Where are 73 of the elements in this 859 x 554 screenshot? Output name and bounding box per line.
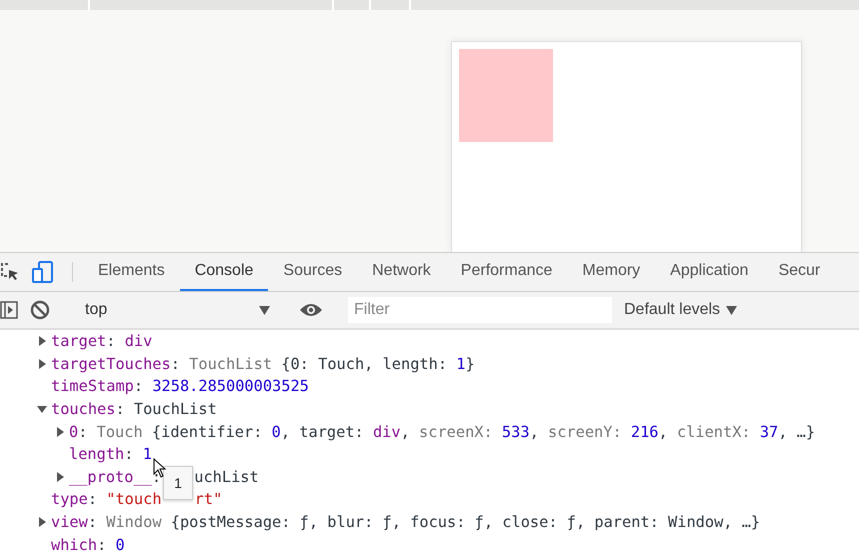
console-text: : (152, 468, 162, 486)
console-text: : (97, 536, 108, 554)
console-text: , (658, 422, 669, 441)
dropdown-icon (726, 306, 738, 314)
console-text: : (88, 513, 98, 532)
console-text: 1 (456, 354, 466, 373)
console-text: targetTouches (51, 354, 171, 373)
console-text: which (51, 536, 98, 554)
console-text: __proto__ (69, 468, 152, 486)
console-text: : (124, 445, 134, 464)
console-text: , …} (778, 422, 816, 441)
console-text: rt" (194, 490, 222, 508)
console-text: TouchList (189, 354, 274, 373)
console-text: screenY: (548, 422, 623, 441)
console-text: timeStamp (51, 377, 134, 396)
devtools-tab[interactable]: Elements (83, 253, 180, 291)
console-text: 1 (142, 445, 152, 464)
console-text: : (78, 422, 88, 441)
console-text: } (465, 354, 475, 373)
devtools-tab[interactable]: Secur (763, 253, 836, 291)
console-text: : (170, 354, 181, 373)
console-text: type (51, 490, 88, 508)
console-text: view (51, 513, 88, 532)
console-text: target (51, 332, 106, 350)
console-text: , (400, 422, 411, 441)
console-text: 3258.285000003525 (152, 377, 309, 396)
collapsed-triangle-icon[interactable] (36, 335, 48, 348)
device-icon[interactable] (32, 261, 54, 283)
console-text: 0 (69, 422, 78, 441)
console-text: "touch (106, 490, 162, 508)
console-text: clientX: (676, 422, 752, 441)
devtools-tab[interactable]: Sources (268, 253, 358, 291)
collapsed-triangle-icon[interactable] (54, 426, 66, 438)
collapsed-triangle-icon[interactable] (36, 516, 48, 528)
console-text: 0 (115, 536, 125, 554)
tooltip: 1 (163, 466, 193, 500)
console-text: 533 (502, 422, 530, 441)
dropdown-icon (259, 306, 270, 314)
console-text: : (134, 377, 144, 396)
console-text: 216 (630, 422, 659, 441)
levels-dropdown[interactable]: Default levels (624, 301, 738, 319)
console-text: uchList (194, 468, 259, 486)
sidebar-icon[interactable] (0, 301, 18, 319)
console-text: , target: (280, 422, 365, 441)
console-text: : (106, 332, 116, 350)
console-text: , (530, 422, 540, 441)
context-select[interactable]: top (79, 301, 274, 319)
collapsed-triangle-icon[interactable] (36, 358, 48, 370)
console-text: {postMessage: ƒ, blur: ƒ, focus: ƒ, close: ƒ, parent: Window, …} (170, 513, 760, 532)
console-text: screenX: (419, 422, 494, 441)
console-text: Window (106, 513, 163, 532)
eye-icon[interactable] (299, 302, 323, 318)
console-text: length (69, 445, 124, 464)
console-text: div (372, 422, 401, 441)
console-text: 37 (760, 422, 778, 441)
console-text: Touch (96, 422, 144, 441)
filter-field[interactable]: Filter (348, 297, 612, 323)
console-text: : TouchList (115, 400, 217, 418)
clear-icon[interactable] (30, 300, 50, 320)
devtools-tab[interactable]: Application (655, 253, 764, 291)
inspect-icon[interactable] (0, 262, 20, 282)
console-text: : (88, 490, 98, 508)
console-text: {0: Touch, length: (281, 354, 448, 373)
console-text: div (124, 332, 152, 350)
expanded-triangle-icon[interactable] (36, 403, 48, 416)
mouse-cursor-icon (153, 458, 167, 478)
devtools-tab[interactable]: Network (357, 253, 446, 291)
devtools-tab[interactable]: Memory (567, 253, 656, 291)
devtools-tab[interactable]: Performance (446, 253, 568, 291)
collapsed-triangle-icon[interactable] (54, 470, 66, 483)
console-text: touches (51, 400, 116, 418)
console-text: 0 (272, 422, 281, 441)
console-text: {identifier: (152, 422, 264, 441)
